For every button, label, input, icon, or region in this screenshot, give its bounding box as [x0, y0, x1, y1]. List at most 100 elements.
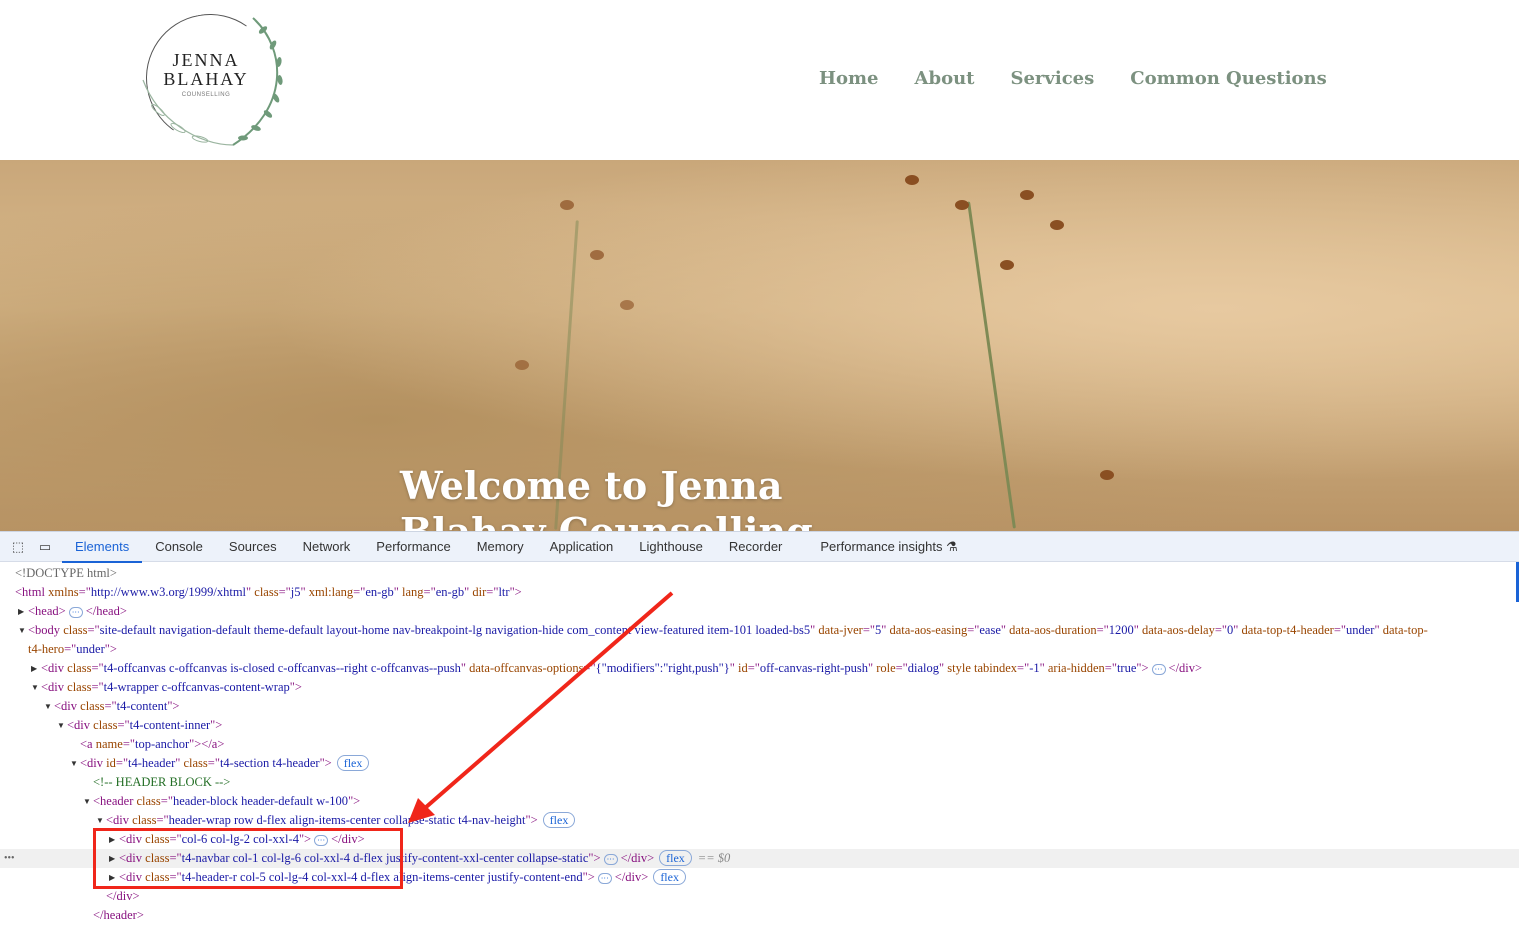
tag-token: =": [423, 585, 436, 599]
attr-value-token: under: [1345, 623, 1375, 637]
tag-token: ">: [509, 585, 522, 599]
tag-token: =": [78, 585, 91, 599]
tab-application[interactable]: Application: [537, 532, 627, 562]
tab-console[interactable]: Console: [142, 532, 216, 562]
tag-token: =": [1214, 623, 1228, 637]
dom-node-row[interactable]: ▼ <div class="t4-content">: [0, 697, 1519, 716]
attr-value-token: dialog: [907, 661, 940, 675]
tag-token: ": [300, 585, 309, 599]
dom-node-row[interactable]: <html xmlns="http://www.w3.org/1999/xhtm…: [0, 583, 1519, 602]
tag-token: ": [1133, 623, 1142, 637]
tag-token: ": [1039, 661, 1048, 675]
dom-node-row[interactable]: <!DOCTYPE html>: [0, 564, 1519, 583]
tab-elements[interactable]: Elements: [62, 532, 143, 563]
hero-bud: [1100, 470, 1114, 480]
tag-token: <div: [54, 699, 81, 713]
dom-node-row[interactable]: ▶ <head> ··· </head>: [0, 602, 1519, 621]
hero-bud: [1020, 190, 1034, 200]
devtools-tabbar: ⬚ ▭ Elements Console Sources Network Per…: [0, 532, 1519, 563]
collapse-triangle-icon[interactable]: ▼: [70, 754, 78, 773]
tab-performance[interactable]: Performance: [363, 532, 463, 562]
flex-badge[interactable]: flex: [336, 755, 370, 771]
dom-node-text: <html xmlns="http://www.w3.org/1999/xhtm…: [15, 583, 522, 602]
tag-token: =": [1017, 661, 1030, 675]
attr-name-token: id: [106, 756, 116, 770]
flex-badge[interactable]: flex: [659, 850, 692, 866]
nav-services[interactable]: Services: [1010, 68, 1094, 89]
flex-badge[interactable]: flex: [653, 869, 686, 885]
tab-recorder[interactable]: Recorder: [716, 532, 795, 562]
tag-token: <div: [80, 756, 107, 770]
collapse-triangle-icon[interactable]: ▼: [31, 678, 39, 697]
tag-token: </header>: [93, 908, 144, 922]
dom-node-row[interactable]: ▼ <header class="header-block header-defa…: [0, 792, 1519, 811]
attr-value-token: true: [1116, 661, 1137, 675]
dom-node-row[interactable]: ▼ <div class="t4-wrapper c-offcanvas-cont…: [0, 678, 1519, 697]
tab-network[interactable]: Network: [290, 532, 364, 562]
dom-node-row[interactable]: </div>: [0, 887, 1519, 906]
attr-name-token: data-aos-easing: [889, 623, 968, 637]
collapse-triangle-icon[interactable]: ▼: [18, 621, 26, 640]
attr-value-token: under: [76, 642, 105, 656]
tag-token: =": [207, 756, 220, 770]
attr-value-token: j5: [290, 585, 301, 599]
attr-value-token: site-default navigation-default theme-de…: [99, 623, 811, 637]
tag-token: ": [1374, 623, 1383, 637]
expand-triangle-icon[interactable]: ▶: [18, 602, 24, 621]
tab-performance-insights[interactable]: Performance insights ⚗: [807, 532, 970, 562]
dom-node-row[interactable]: t4-hero="under">: [0, 640, 1519, 659]
attr-value-token: t4-content-inner: [129, 718, 211, 732]
logo[interactable]: JENNA BLAHAY COUNSELLING: [135, 3, 290, 155]
tag-token: =": [486, 585, 499, 599]
tag-token: ">: [210, 718, 223, 732]
dom-node-text: <a name="top-anchor"></a>: [80, 735, 224, 754]
attr-value-token: t4-section t4-header: [219, 756, 320, 770]
nav-about[interactable]: About: [915, 68, 975, 89]
attr-name-token: data-offcanvas-options: [469, 661, 584, 675]
expand-ellipsis-button[interactable]: ···: [1151, 663, 1166, 675]
tab-memory[interactable]: Memory: [464, 532, 537, 562]
tag-token: =": [64, 642, 77, 656]
dom-node-text: <div class="t4-content">: [54, 697, 179, 716]
flex-badge[interactable]: flex: [542, 812, 576, 828]
expand-ellipsis-button[interactable]: ···: [597, 872, 612, 884]
expand-triangle-icon[interactable]: ▶: [31, 659, 37, 678]
tag-token: =": [747, 661, 760, 675]
tag-token: ">: [588, 851, 601, 865]
doctype-token: <!DOCTYPE html>: [15, 566, 117, 580]
tab-lighthouse[interactable]: Lighthouse: [626, 532, 716, 562]
hero-bud: [1000, 260, 1014, 270]
nav-common-questions[interactable]: Common Questions: [1130, 68, 1327, 89]
dom-node-text: <!DOCTYPE html>: [15, 564, 117, 583]
attr-name-token: class: [67, 680, 92, 694]
tag-token: =": [122, 737, 135, 751]
attr-value-token: ltr: [498, 585, 510, 599]
dom-node-row[interactable]: ▶ <div class="t4-offcanvas c-offcanvas is…: [0, 659, 1519, 678]
attr-name-token: class: [67, 661, 92, 675]
device-toolbar-icon[interactable]: ▭: [36, 539, 54, 555]
dom-node-row[interactable]: ▼ <body class="site-default navigation-de…: [0, 621, 1519, 640]
dom-node-row[interactable]: ▼ <div class="t4-content-inner">: [0, 716, 1519, 735]
expand-ellipsis-button[interactable]: ···: [68, 606, 83, 618]
tag-token: ">: [525, 813, 538, 827]
tag-token: </div>: [620, 851, 655, 865]
collapse-triangle-icon[interactable]: ▼: [83, 792, 91, 811]
dom-node-row[interactable]: </header>: [0, 906, 1519, 925]
expand-ellipsis-button[interactable]: ···: [603, 853, 618, 865]
collapse-triangle-icon[interactable]: ▼: [57, 716, 65, 735]
attr-value-token: t4-offcanvas c-offcanvas is-closed c-off…: [103, 661, 461, 675]
dom-node-row[interactable]: <a name="top-anchor"></a>: [0, 735, 1519, 754]
selected-marker: == $0: [697, 851, 731, 865]
inspect-element-icon[interactable]: ⬚: [9, 539, 27, 555]
dom-node-row[interactable]: ▼ <div id="t4-header" class="t4-section t…: [0, 754, 1519, 773]
nav-home[interactable]: Home: [819, 68, 879, 89]
dom-node-text: <div class="t4-wrapper c-offcanvas-conte…: [41, 678, 302, 697]
collapse-triangle-icon[interactable]: ▼: [44, 697, 52, 716]
tab-sources[interactable]: Sources: [216, 532, 290, 562]
dom-node-row[interactable]: <!-- HEADER BLOCK -->: [0, 773, 1519, 792]
attr-name-token: class: [254, 585, 279, 599]
row-more-dots[interactable]: •••: [4, 849, 15, 868]
attr-value-token: header-block header-default w-100: [172, 794, 349, 808]
dom-node-text: <div class="t4-offcanvas c-offcanvas is-…: [41, 659, 1202, 678]
dom-node-text: <div class="t4-content-inner">: [67, 716, 222, 735]
